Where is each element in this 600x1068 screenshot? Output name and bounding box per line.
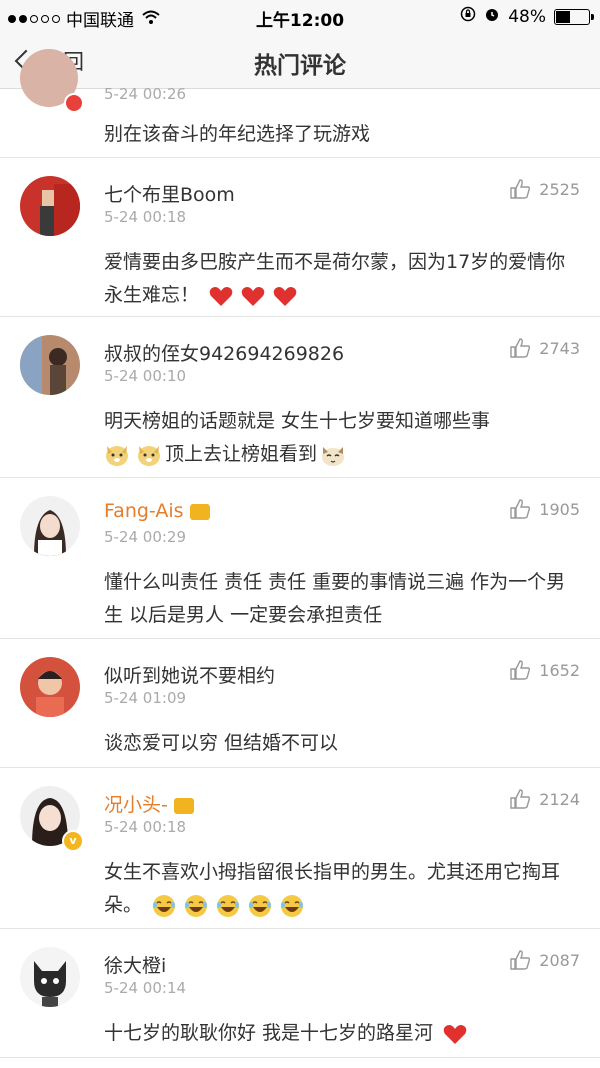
vip-crown-icon: [189, 503, 210, 520]
thumbs-up-icon: [510, 950, 531, 970]
like-count: 2087: [539, 950, 580, 970]
thumbs-up-icon: [510, 789, 531, 809]
doge-emoji-icon: [106, 445, 128, 466]
thumbs-up-icon: [510, 660, 531, 680]
heart-emoji-icon: [443, 1024, 467, 1044]
avatar[interactable]: [20, 657, 80, 717]
alarm-icon: [484, 6, 500, 27]
like-button[interactable]: 2124: [509, 788, 580, 810]
comment-body: 爱情要由多巴胺产生而不是荷尔蒙，因为17岁的爱情你永生难忘！: [104, 246, 584, 312]
like-count: 1905: [539, 499, 580, 519]
like-count: 1652: [539, 660, 580, 680]
rotation-lock-icon: [460, 6, 476, 27]
nav-bar: 返回 热门评论: [0, 34, 600, 89]
comment-text: 谈恋爱可以穷 但结婚不可以: [104, 732, 339, 754]
comment-text-line2: 顶上去让榜姐看到: [165, 443, 318, 465]
laugh-emoji-icon: [153, 894, 176, 917]
like-button[interactable]: 1905: [509, 498, 580, 520]
page-title: 热门评论: [254, 53, 346, 79]
comment-text: 明天榜姐的话题就是 女生十七岁要知道哪些事: [104, 410, 491, 432]
comment-item[interactable]: 叔叔的侄女942694269826 5-24 00:10 2743 明天榜姐的话…: [0, 317, 600, 478]
avatar[interactable]: [20, 176, 80, 236]
like-button[interactable]: 2087: [509, 949, 580, 971]
thumbs-up-icon: [510, 338, 531, 358]
verified-badge-icon: v: [62, 830, 84, 852]
status-right: 48%: [460, 6, 594, 27]
comment-body: 懂什么叫责任 责任 责任 重要的事情说三遍 作为一个男生 以后是男人 一定要会承…: [104, 566, 584, 632]
comment-time: 5-24 00:10: [104, 367, 187, 385]
comment-item[interactable]: Fang-Ais 5-24 00:29 1905 懂什么叫责任 责任 责任 重要…: [0, 478, 600, 639]
laugh-emoji-icon: [281, 894, 304, 917]
comment-item[interactable]: v 况小头- 5-24 00:18 2124 女生不喜欢小拇指留很长指甲的男生。…: [0, 768, 600, 929]
comment-item[interactable]: 似听到她说不要相约 5-24 01:09 1652 谈恋爱可以穷 但结婚不可以: [0, 639, 600, 768]
avatar[interactable]: [20, 335, 80, 395]
username-text: Fang-Ais: [104, 500, 184, 522]
username[interactable]: 七个布里Boom: [104, 180, 235, 207]
comment-text: 懂什么叫责任 责任 责任 重要的事情说三遍 作为一个男生 以后是男人 一定要会承…: [104, 571, 566, 626]
laugh-emoji-icon: [217, 894, 240, 917]
like-count: 2743: [539, 338, 580, 358]
comment-body: 谈恋爱可以穷 但结婚不可以: [104, 727, 584, 760]
vip-crown-icon: [173, 797, 194, 814]
like-button[interactable]: 2525: [509, 178, 580, 200]
comment-feed[interactable]: 5-24 00:26 别在该奋斗的年纪选择了玩游戏 七个布里Boom 5-24 …: [0, 49, 600, 1058]
username[interactable]: 似听到她说不要相约: [104, 661, 275, 688]
comment-item[interactable]: 5-24 00:26 别在该奋斗的年纪选择了玩游戏: [0, 49, 600, 158]
comment-time: 5-24 00:26: [104, 85, 187, 103]
battery-icon: [554, 8, 594, 25]
heart-emoji-icon: [209, 286, 233, 306]
comment-time: 5-24 00:29: [104, 528, 187, 546]
heart-emoji-icon: [241, 286, 265, 306]
username-text: 况小头-: [104, 794, 168, 816]
comment-text: 爱情要由多巴胺产生而不是荷尔蒙，因为17岁的爱情你永生难忘！: [104, 251, 566, 306]
verified-badge-icon: [64, 93, 84, 113]
avatar[interactable]: [20, 947, 80, 1007]
username[interactable]: 徐大橙i: [104, 951, 166, 978]
battery-percent: 48%: [508, 6, 546, 27]
doge-emoji-icon: [138, 445, 160, 466]
thumbs-up-icon: [510, 499, 531, 519]
comment-time: 5-24 00:18: [104, 818, 187, 836]
like-button[interactable]: 1652: [509, 659, 580, 681]
heart-emoji-icon: [273, 286, 297, 306]
username[interactable]: 况小头-: [104, 790, 194, 817]
username[interactable]: 叔叔的侄女942694269826: [104, 339, 344, 366]
cat-emoji-icon: [322, 446, 345, 466]
status-bar: 中国联通 上午12:00 48%: [0, 0, 600, 34]
laugh-emoji-icon: [185, 894, 208, 917]
like-count: 2124: [539, 789, 580, 809]
like-count: 2525: [539, 179, 580, 199]
like-button[interactable]: 2743: [509, 337, 580, 359]
comment-text: 十七岁的耿耿你好 我是十七岁的路星河: [104, 1022, 434, 1044]
comment-time: 5-24 01:09: [104, 689, 187, 707]
comment-text: 别在该奋斗的年纪选择了玩游戏: [104, 123, 371, 145]
comment-body: 十七岁的耿耿你好 我是十七岁的路星河: [104, 1017, 584, 1050]
comment-body: 女生不喜欢小拇指留很长指甲的男生。尤其还用它掏耳朵。: [104, 856, 584, 922]
comment-time: 5-24 00:14: [104, 979, 187, 997]
thumbs-up-icon: [510, 179, 531, 199]
comment-item[interactable]: 七个布里Boom 5-24 00:18 2525 爱情要由多巴胺产生而不是荷尔蒙…: [0, 158, 600, 317]
comment-time: 5-24 00:18: [104, 208, 187, 226]
comment-body: 明天榜姐的话题就是 女生十七岁要知道哪些事 顶上去让榜姐看到: [104, 405, 584, 471]
laugh-emoji-icon: [249, 894, 272, 917]
avatar[interactable]: [20, 496, 80, 556]
username[interactable]: Fang-Ais: [104, 500, 210, 522]
comment-item[interactable]: 徐大橙i 5-24 00:14 2087 十七岁的耿耿你好 我是十七岁的路星河: [0, 929, 600, 1058]
